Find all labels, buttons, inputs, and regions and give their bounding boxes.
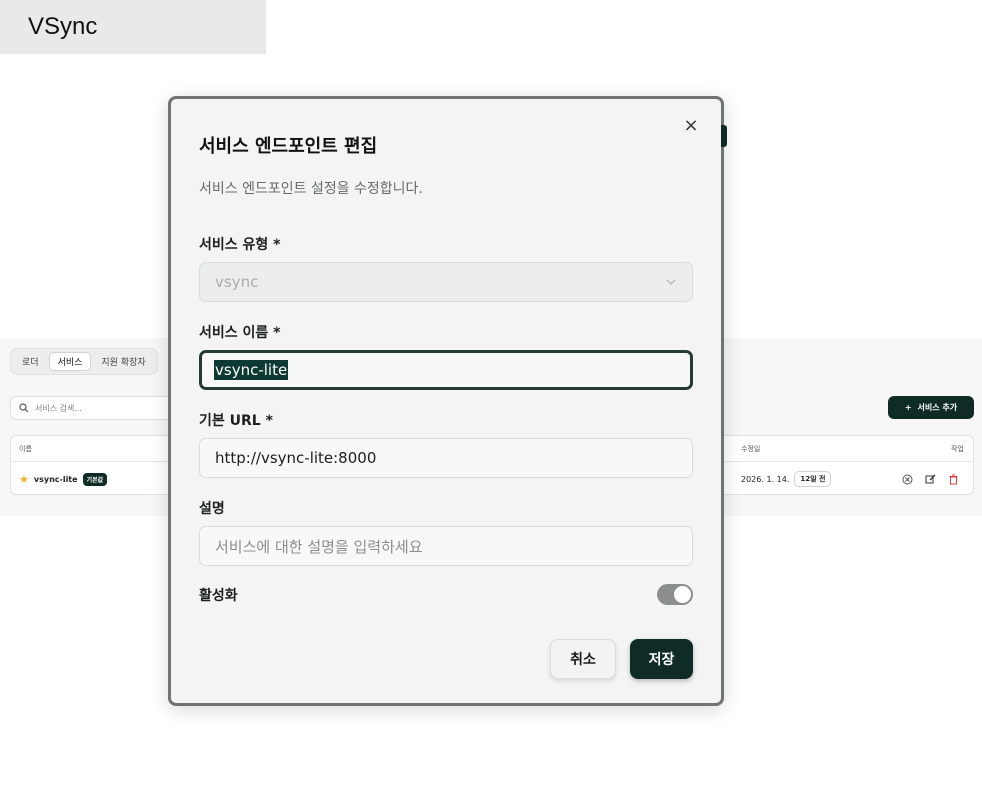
active-label: 활성화 [199, 588, 238, 604]
tab-extensions[interactable]: 지원 확장자 [93, 352, 153, 371]
service-name-value: vsync-lite [214, 360, 289, 380]
edit-endpoint-dialog: × 서비스 엔드포인트 편집 서비스 엔드포인트 설정을 수정합니다. 서비스 … [168, 96, 727, 706]
tab-loader[interactable]: 로더 [14, 352, 47, 371]
tab-switcher: 로더 서비스 지원 확장자 [10, 348, 158, 375]
star-icon: ★ [19, 472, 29, 486]
service-name-label: 서비스 이름 * [199, 325, 281, 341]
base-url-label: 기본 URL * [199, 413, 273, 429]
row-service-name: vsync-lite [33, 474, 78, 484]
service-type-label: 서비스 유형 * [199, 237, 281, 253]
row-name-cell: ★ vsync-lite 기본값 [19, 462, 108, 496]
description-label: 설명 [199, 501, 225, 517]
app-root: VSync 로더 서비스 지원 확장자 서비스 검색... + 서비스 추가 이… [0, 0, 982, 804]
row-date: 2026. 1. 14. [741, 474, 790, 484]
cancel-button[interactable]: 취소 [550, 639, 616, 679]
row-modified-cell: 2026. 1. 14. 12일 전 [741, 462, 832, 496]
service-type-value: vsync [215, 273, 259, 291]
active-toggle[interactable] [657, 584, 693, 605]
column-header-name: 이름 [19, 444, 32, 453]
search-icon [19, 403, 29, 413]
service-search-input[interactable]: 서비스 검색... [10, 396, 180, 420]
description-placeholder: 서비스에 대한 설명을 입력하세요 [215, 537, 423, 556]
edit-icon[interactable] [922, 471, 938, 487]
save-button[interactable]: 저장 [630, 639, 693, 679]
plus-icon: + [904, 403, 912, 412]
app-title: VSync [28, 13, 98, 40]
dialog-description: 서비스 엔드포인트 설정을 수정합니다. [199, 181, 423, 197]
base-url-input[interactable]: http://vsync-lite:8000 [199, 438, 693, 478]
add-service-label: 서비스 추가 [917, 403, 958, 412]
column-header-modified: 수정일 [741, 444, 761, 453]
toggle-knob [674, 586, 691, 603]
base-url-value: http://vsync-lite:8000 [215, 449, 377, 467]
description-input[interactable]: 서비스에 대한 설명을 입력하세요 [199, 526, 693, 566]
service-name-input[interactable]: vsync-lite [199, 350, 693, 390]
modal-edge-accent [721, 125, 727, 147]
dialog-title: 서비스 엔드포인트 편집 [199, 136, 378, 157]
search-placeholder: 서비스 검색... [35, 403, 82, 413]
trash-icon[interactable] [945, 471, 961, 487]
deactivate-icon[interactable] [899, 471, 915, 487]
default-badge: 기본값 [82, 472, 108, 486]
app-title-bar: VSync [0, 0, 266, 54]
row-actions [899, 462, 961, 496]
relative-date-badge: 12일 전 [794, 471, 832, 487]
chevron-down-icon [666, 275, 676, 288]
tab-services[interactable]: 서비스 [48, 352, 92, 371]
add-service-button[interactable]: + 서비스 추가 [888, 396, 974, 419]
close-icon[interactable]: × [683, 117, 699, 135]
service-type-select: vsync [199, 262, 693, 302]
column-header-actions: 작업 [951, 444, 964, 453]
